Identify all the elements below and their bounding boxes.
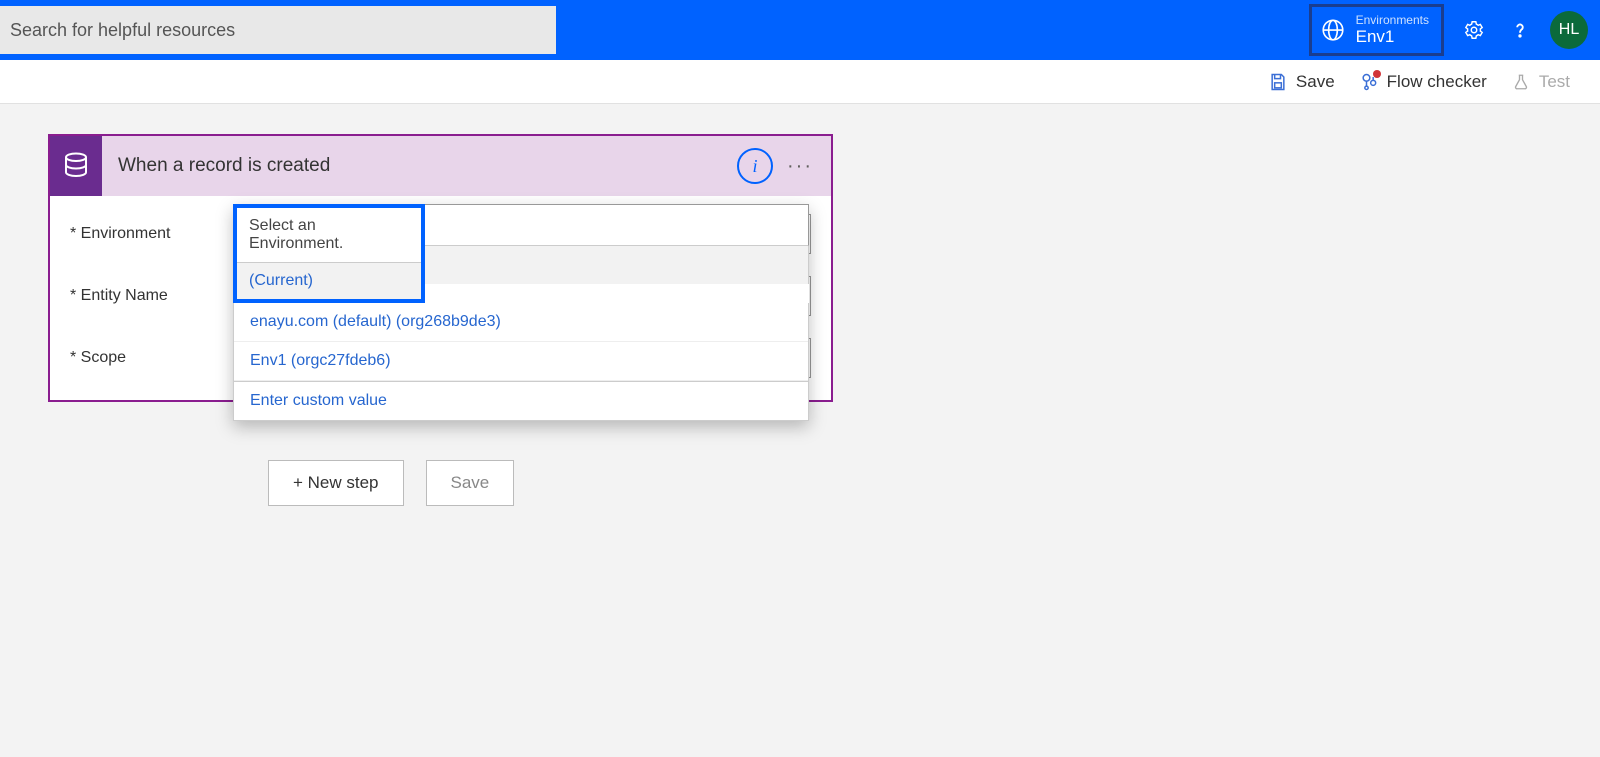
flow-checker-icon: [1359, 72, 1379, 92]
scope-label: Scope: [70, 349, 220, 367]
info-icon[interactable]: i: [737, 148, 773, 184]
help-icon[interactable]: [1504, 14, 1536, 46]
entity-name-label: Entity Name: [70, 287, 220, 305]
search-input[interactable]: [0, 6, 556, 54]
flow-checker-label: Flow checker: [1387, 72, 1487, 92]
flow-canvas: When a record is created i ··· Environme…: [0, 104, 1600, 506]
dropdown-custom-value[interactable]: Enter custom value: [234, 381, 808, 420]
environment-selector[interactable]: Environments Env1: [1309, 4, 1444, 56]
dropdown-option-default[interactable]: enayu.com (default) (org268b9de3): [234, 303, 808, 342]
environment-icon: [1320, 17, 1346, 43]
test-icon: [1511, 72, 1531, 92]
top-header: Environments Env1 HL: [0, 0, 1600, 60]
save-button[interactable]: Save: [1268, 72, 1335, 92]
command-bar: Save Flow checker Test: [0, 60, 1600, 104]
user-avatar[interactable]: HL: [1550, 11, 1588, 49]
settings-icon[interactable]: [1458, 14, 1490, 46]
environment-text: Environments Env1: [1356, 13, 1429, 48]
test-button[interactable]: Test: [1511, 72, 1570, 92]
canvas-actions: + New step Save: [268, 460, 1600, 506]
dropdown-option-current[interactable]: (Current): [237, 262, 421, 299]
save-label: Save: [1296, 72, 1335, 92]
dropdown-option-env1[interactable]: Env1 (orgc27fdeb6): [234, 342, 808, 381]
environment-name: Env1: [1356, 27, 1429, 47]
environment-label: Environments: [1356, 13, 1429, 27]
environment-label: Environment: [70, 225, 220, 243]
header-right: Environments Env1 HL: [1309, 4, 1588, 56]
dropdown-highlight: Select an Environment. (Current): [233, 204, 425, 303]
save-flow-button[interactable]: Save: [426, 460, 515, 506]
flow-checker-button[interactable]: Flow checker: [1359, 72, 1487, 92]
test-label: Test: [1539, 72, 1570, 92]
new-step-button[interactable]: + New step: [268, 460, 404, 506]
save-icon: [1268, 72, 1288, 92]
dropdown-list: enayu.com (default) (org268b9de3) Env1 (…: [233, 303, 809, 421]
more-icon[interactable]: ···: [787, 155, 813, 178]
environment-dropdown: Select an Environment. (Current) enayu.c…: [233, 204, 809, 421]
dropdown-selected-value[interactable]: Select an Environment.: [237, 208, 421, 262]
trigger-header[interactable]: When a record is created i ···: [50, 136, 831, 196]
trigger-title: When a record is created: [102, 155, 737, 177]
database-icon: [50, 136, 102, 196]
